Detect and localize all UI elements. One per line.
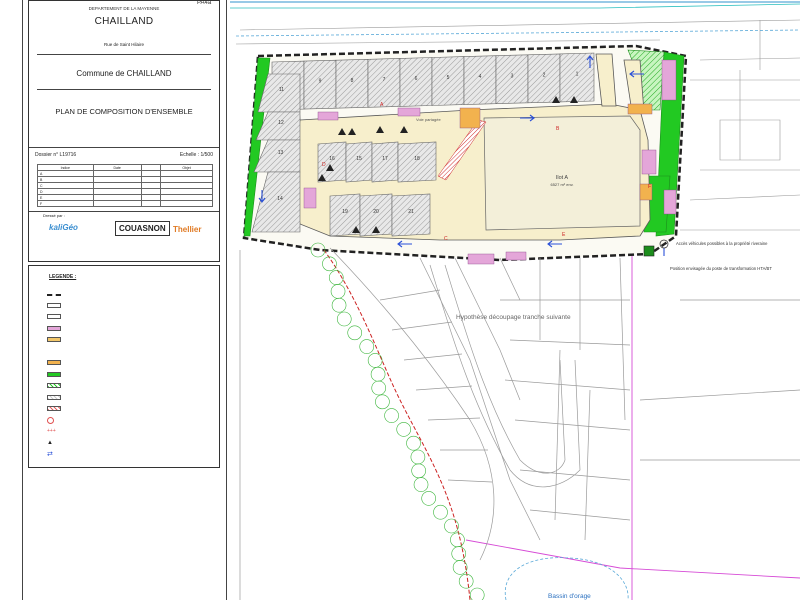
lot-number: 11 — [279, 87, 284, 93]
next-phase-road — [429, 264, 581, 488]
lot-number: 2 — [543, 72, 546, 78]
tree-symbol — [451, 546, 467, 561]
marker-d: D — [322, 162, 326, 168]
tree-symbol — [347, 325, 363, 341]
tree-symbol — [375, 394, 390, 410]
lot-number: 17 — [382, 156, 388, 162]
lot-number: 5 — [447, 75, 450, 81]
lot-number: 9 — [319, 79, 322, 85]
tree-symbol — [411, 463, 426, 479]
hedge-trees — [310, 242, 485, 600]
tree-symbol — [396, 422, 412, 437]
red-line-path — [323, 249, 471, 600]
lot-number: 18 — [414, 156, 420, 162]
lot-number: 3 — [511, 73, 514, 79]
next-phase-boundary — [465, 256, 800, 600]
lot-7: 7 — [367, 58, 401, 108]
tree-symbol — [421, 491, 436, 506]
lot-outline — [391, 193, 431, 237]
lot-number: 12 — [278, 120, 284, 126]
tree-symbol — [413, 477, 429, 492]
ilot-a-area: 6527 m² env. — [550, 182, 573, 187]
lot-outline — [335, 58, 369, 109]
lot-6: 6 — [399, 57, 433, 107]
tree-symbol — [331, 297, 347, 313]
lot-number: 15 — [356, 156, 362, 162]
lot-5: 5 — [431, 56, 465, 106]
ilot-a-parcel — [483, 115, 641, 231]
lot-15: 15 — [345, 141, 373, 183]
tree-symbol — [469, 587, 485, 600]
lot-8: 8 — [335, 58, 369, 109]
tree-symbol — [384, 408, 399, 423]
lot-outline — [495, 54, 529, 105]
next-phase-plots — [329, 247, 800, 561]
lot-outline — [345, 141, 373, 183]
utility-lines — [235, 29, 800, 37]
lot-number: 1 — [576, 71, 579, 77]
tree-symbol — [336, 311, 352, 327]
lot-number: 16 — [329, 156, 335, 162]
lot-number: 7 — [383, 77, 386, 83]
lot-number: 21 — [408, 209, 414, 215]
lots-top-row: 10987654321 — [271, 52, 595, 111]
lots-bottom-row: 19 20 21 — [329, 193, 431, 237]
lot-number: 13 — [278, 150, 284, 156]
tree-symbol — [367, 353, 383, 368]
tree-symbol — [433, 504, 448, 520]
lot-17: 17 — [371, 141, 399, 183]
lot-18: 18 — [397, 141, 437, 183]
lot-number: 19 — [342, 209, 348, 215]
tree-symbol — [371, 380, 387, 396]
lot-number: 20 — [373, 209, 379, 215]
marker-f: F — [648, 184, 651, 190]
transformer-symbol — [643, 245, 655, 257]
lot-number: 14 — [277, 196, 283, 202]
lot-9: 9 — [303, 59, 337, 110]
tree-symbol — [322, 256, 337, 272]
lot-number: 6 — [415, 76, 418, 82]
lot-2: 2 — [527, 53, 561, 104]
lots-middle-row: 16 15 17 18 — [317, 141, 437, 183]
tree-symbol — [450, 532, 465, 548]
lot-1: 1 — [559, 52, 595, 103]
site-plan-map: 10987654321 16151718 11121314 192021 — [230, 1, 800, 600]
tree-symbol — [328, 270, 344, 285]
tree-symbol — [452, 560, 468, 575]
tree-symbol — [359, 339, 375, 354]
lot-21: 21 — [391, 193, 431, 237]
lot-outline — [371, 141, 399, 183]
lot-number: 8 — [351, 78, 354, 84]
tree-symbol — [370, 366, 386, 382]
tree-symbol — [410, 449, 426, 465]
tree-symbol — [458, 573, 474, 589]
tree-symbol — [330, 284, 346, 299]
lot-outline — [397, 141, 437, 183]
transformer-note: Position envisagée du poste de transform… — [670, 266, 772, 271]
basin-label: Bassin d'orage — [548, 593, 591, 600]
access-note: Accès véhicules possibles à la propriété… — [676, 241, 768, 246]
lot-3: 3 — [495, 54, 529, 105]
ilot-a-name: Ilot A — [556, 175, 569, 181]
lot-4: 4 — [463, 55, 497, 105]
tree-symbol — [406, 435, 421, 451]
marker-c: C — [444, 236, 448, 242]
voie-label: Voie partagée — [416, 117, 441, 122]
next-phase-label: Hypothèse découpage tranche suivante — [456, 314, 571, 321]
lot-number: 4 — [479, 74, 482, 80]
